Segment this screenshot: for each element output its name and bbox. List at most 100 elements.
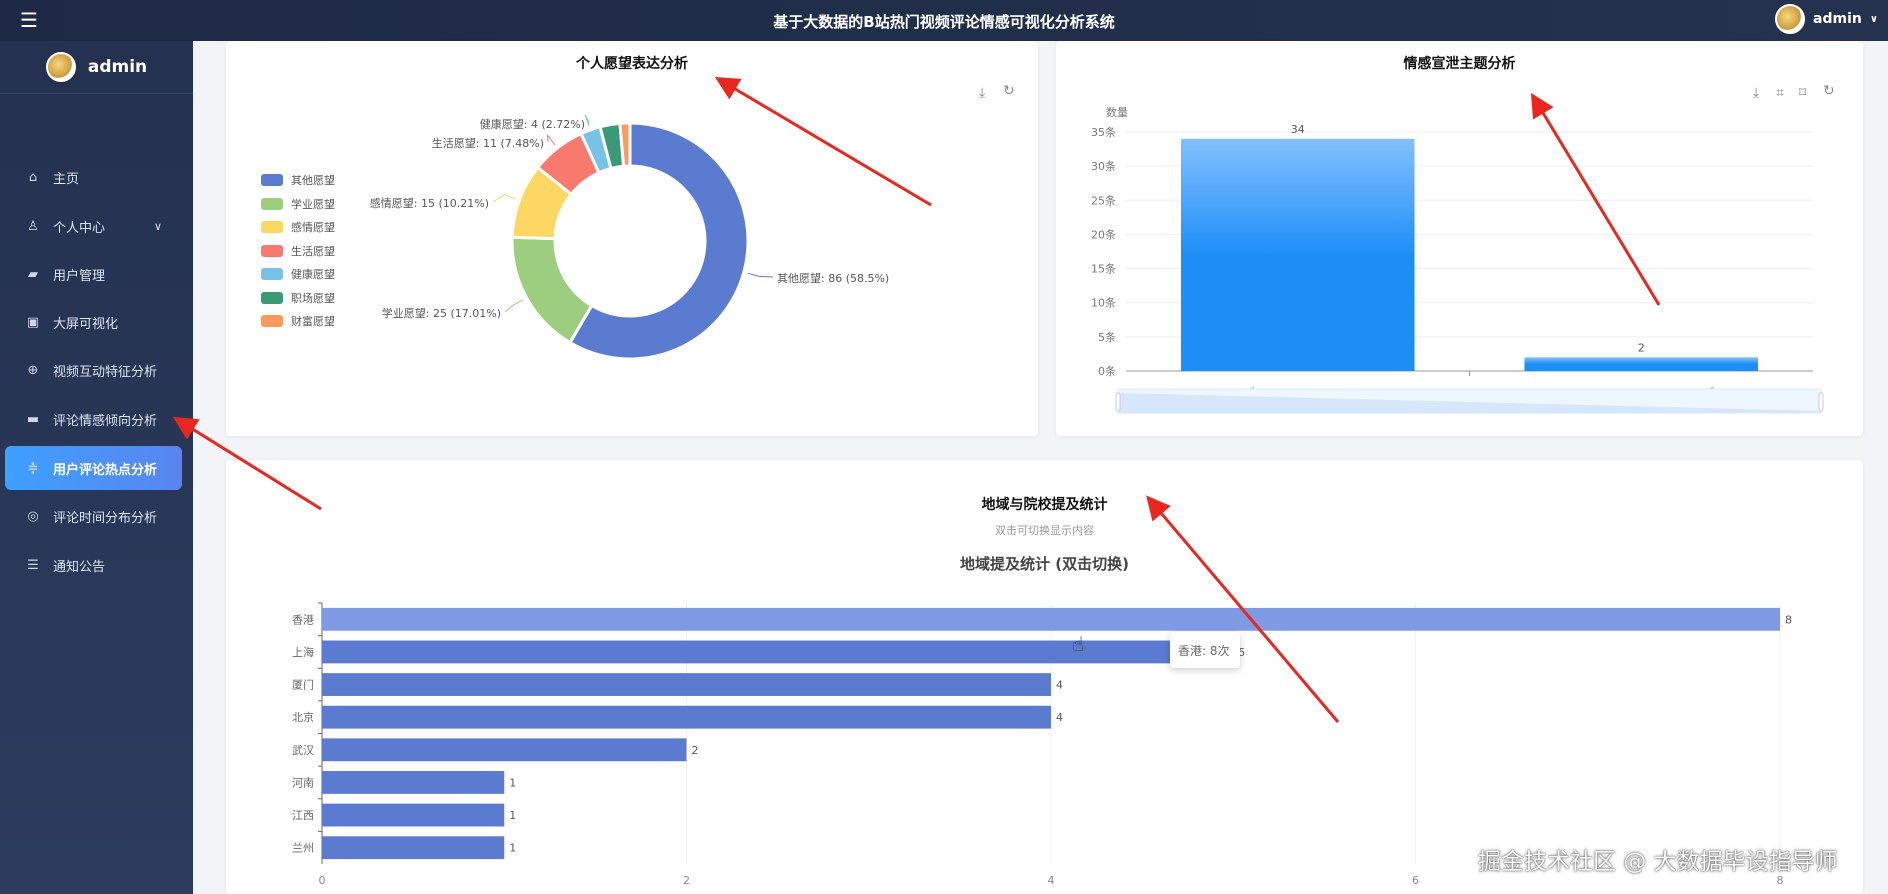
user-icon: ♙ bbox=[27, 218, 39, 234]
y-tick-label: 北京 bbox=[292, 710, 314, 724]
sidebar-item-label: 个人中心 bbox=[53, 220, 106, 236]
legend-swatch bbox=[261, 291, 283, 304]
legend-label: 职场愿望 bbox=[291, 291, 335, 305]
y-tick-label: 15条 bbox=[1091, 262, 1116, 276]
legend-label: 健康愿望 bbox=[291, 268, 335, 281]
label-line bbox=[747, 272, 774, 278]
bar-value-label: 8 bbox=[1785, 613, 1792, 626]
bar-value-label: 1 bbox=[509, 776, 516, 789]
legend-swatch bbox=[261, 174, 283, 186]
legend-label: 感情愿望 bbox=[291, 221, 335, 234]
region-bar-card: 地域与院校提及统计 双击可切换显示内容 地域提及统计 (双击切换) 02468香… bbox=[226, 460, 1863, 894]
bar bbox=[1524, 357, 1759, 371]
chevron-down-icon: ∨ bbox=[1869, 13, 1878, 25]
legend-item[interactable]: 健康愿望 bbox=[261, 266, 335, 282]
bar bbox=[1180, 138, 1415, 371]
y-tick-label: 20条 bbox=[1091, 227, 1116, 241]
pie-label: 其他愿望: 86 (58.5%) bbox=[777, 272, 890, 285]
y-tick-label: 0条 bbox=[1098, 364, 1116, 378]
data-zoom-slider[interactable] bbox=[1115, 388, 1824, 414]
bar bbox=[322, 738, 687, 762]
x-tick-label: 6 bbox=[1412, 874, 1419, 887]
label-line bbox=[492, 194, 516, 203]
emotion-bar-card: 情感宣泄主题分析 ⤓ ⌗ ⌑ ↻ 数量 0条 5条 10条 15条 20条 25条 30条 35… bbox=[1056, 41, 1863, 436]
legend-swatch bbox=[261, 315, 283, 327]
bar bbox=[322, 803, 505, 827]
sidebar-item-label: 评论时间分布分析 bbox=[53, 510, 158, 526]
wallet-icon: ▰ bbox=[28, 266, 38, 282]
sidebar-item-label: 评论情感倾向分析 bbox=[53, 413, 158, 429]
bar bbox=[322, 673, 1051, 696]
sidebar-item[interactable]: ▰ 用户管理 bbox=[5, 252, 182, 296]
sidebar-item[interactable]: ◎ 评论时间分布分析 bbox=[5, 494, 182, 538]
legend-item[interactable]: 职场愿望 bbox=[261, 290, 335, 306]
bar bbox=[322, 607, 1780, 631]
legend-item[interactable]: 其他愿望 bbox=[261, 172, 335, 188]
sidebar-item[interactable]: ☰ 通知公告 bbox=[5, 543, 182, 587]
y-tick-label: 河南 bbox=[292, 776, 314, 789]
wish-pie-card: 个人愿望表达分析 ⤓ ↻ 其他愿望 学业愿望 感情愿望 生活愿望 健康愿望 职场愿望 财富愿… bbox=[226, 41, 1038, 436]
y-tick-label: 25条 bbox=[1091, 193, 1116, 207]
sidebar-item-label: 通知公告 bbox=[53, 559, 106, 575]
sidebar-item[interactable]: ▬ 评论情感倾向分析 bbox=[5, 397, 182, 441]
app-title: 基于大数据的B站热门视频评论情感可视化分析系统 bbox=[773, 13, 1115, 31]
y-tick-label: 武汉 bbox=[292, 744, 314, 757]
bar-value-label: 1 bbox=[509, 842, 516, 855]
target-icon: ⊕ bbox=[27, 362, 39, 378]
bar bbox=[322, 771, 505, 794]
bar-value-label: 2 bbox=[692, 744, 699, 757]
label-line bbox=[504, 299, 524, 313]
legend-label: 学业愿望 bbox=[291, 197, 335, 211]
sliders-icon: ≑ bbox=[27, 460, 39, 476]
pie-chart bbox=[492, 114, 774, 361]
ring-icon: ◎ bbox=[27, 508, 39, 524]
bar-value-label: 2 bbox=[1638, 341, 1645, 354]
horizontal-bar-chart: 0 2 4 6 8香港 8上海 5厦门 4北京 4武汉 2河南 1江西 1兰州 1 bbox=[292, 602, 1792, 887]
chart-tooltip: 香港: 8次 bbox=[1170, 632, 1240, 668]
sidebar-item[interactable]: ♙ 个人中心 ∨ bbox=[5, 204, 182, 248]
legend-item[interactable]: 生活愿望 bbox=[261, 243, 335, 259]
sidebar-item-label: 视频互动特征分析 bbox=[53, 364, 158, 380]
bar-value-label: 1 bbox=[509, 809, 516, 822]
user-name: admin bbox=[1813, 11, 1862, 27]
sidebar-item-label: 主页 bbox=[53, 171, 80, 187]
sidebar-item-label: 大屏可视化 bbox=[53, 316, 119, 332]
label-line bbox=[546, 133, 556, 146]
bar-value-label: 4 bbox=[1056, 711, 1063, 724]
legend-swatch bbox=[261, 197, 283, 210]
avatar bbox=[45, 52, 76, 82]
sidebar-item[interactable]: ⊕ 视频互动特征分析 bbox=[5, 348, 182, 392]
sidebar-item[interactable]: ▣ 大屏可视化 bbox=[5, 300, 182, 344]
bar-value-label: 34 bbox=[1291, 123, 1305, 136]
legend-item[interactable]: 财富愿望 bbox=[261, 313, 335, 329]
home-icon: ⌂ bbox=[28, 169, 38, 185]
legend-swatch bbox=[261, 268, 283, 280]
pie-label: 健康愿望: 4 (2.72%) bbox=[479, 118, 585, 131]
legend-item[interactable]: 学业愿望 bbox=[261, 196, 335, 212]
legend-swatch bbox=[261, 221, 283, 233]
label-line bbox=[584, 114, 590, 127]
legend-label: 其他愿望 bbox=[291, 174, 335, 187]
y-tick-label: 上海 bbox=[292, 645, 314, 659]
chevron-down-icon: ∨ bbox=[153, 219, 162, 233]
clipboard-icon: ▣ bbox=[26, 314, 40, 330]
pie-label: 感情愿望: 15 (10.21%) bbox=[369, 197, 489, 210]
watermark: 掘金技术社区 @ 大数据毕设指导师 bbox=[1478, 849, 1838, 875]
y-tick-label: 30条 bbox=[1091, 159, 1116, 173]
y-tick-label: 香港 bbox=[292, 613, 314, 626]
legend-label: 生活愿望 bbox=[291, 244, 335, 258]
legend-swatch bbox=[261, 244, 283, 257]
slider-handle bbox=[1818, 392, 1824, 412]
legend-item[interactable]: 感情愿望 bbox=[261, 219, 335, 235]
sidebar-item[interactable]: ⌂ 主页 bbox=[5, 155, 182, 199]
sidebar-item[interactable]: ≑ 用户评论热点分析 bbox=[5, 446, 182, 490]
user-menu[interactable]: admin ∨ bbox=[1775, 4, 1878, 34]
y-tick-label: 35条 bbox=[1091, 125, 1116, 139]
bar-chart: 数量0条5条10条15条20条25条30条35条34其他监测2健康问题 bbox=[1091, 106, 1824, 416]
bar bbox=[322, 705, 1051, 729]
y-tick-label: 兰州 bbox=[292, 842, 314, 855]
hand-cursor-icon: ☝ bbox=[1072, 632, 1085, 656]
y-axis-title: 数量 bbox=[1106, 106, 1128, 119]
sidebar-item-label: 用户评论热点分析 bbox=[53, 462, 158, 478]
x-tick-label: 4 bbox=[1048, 874, 1055, 887]
